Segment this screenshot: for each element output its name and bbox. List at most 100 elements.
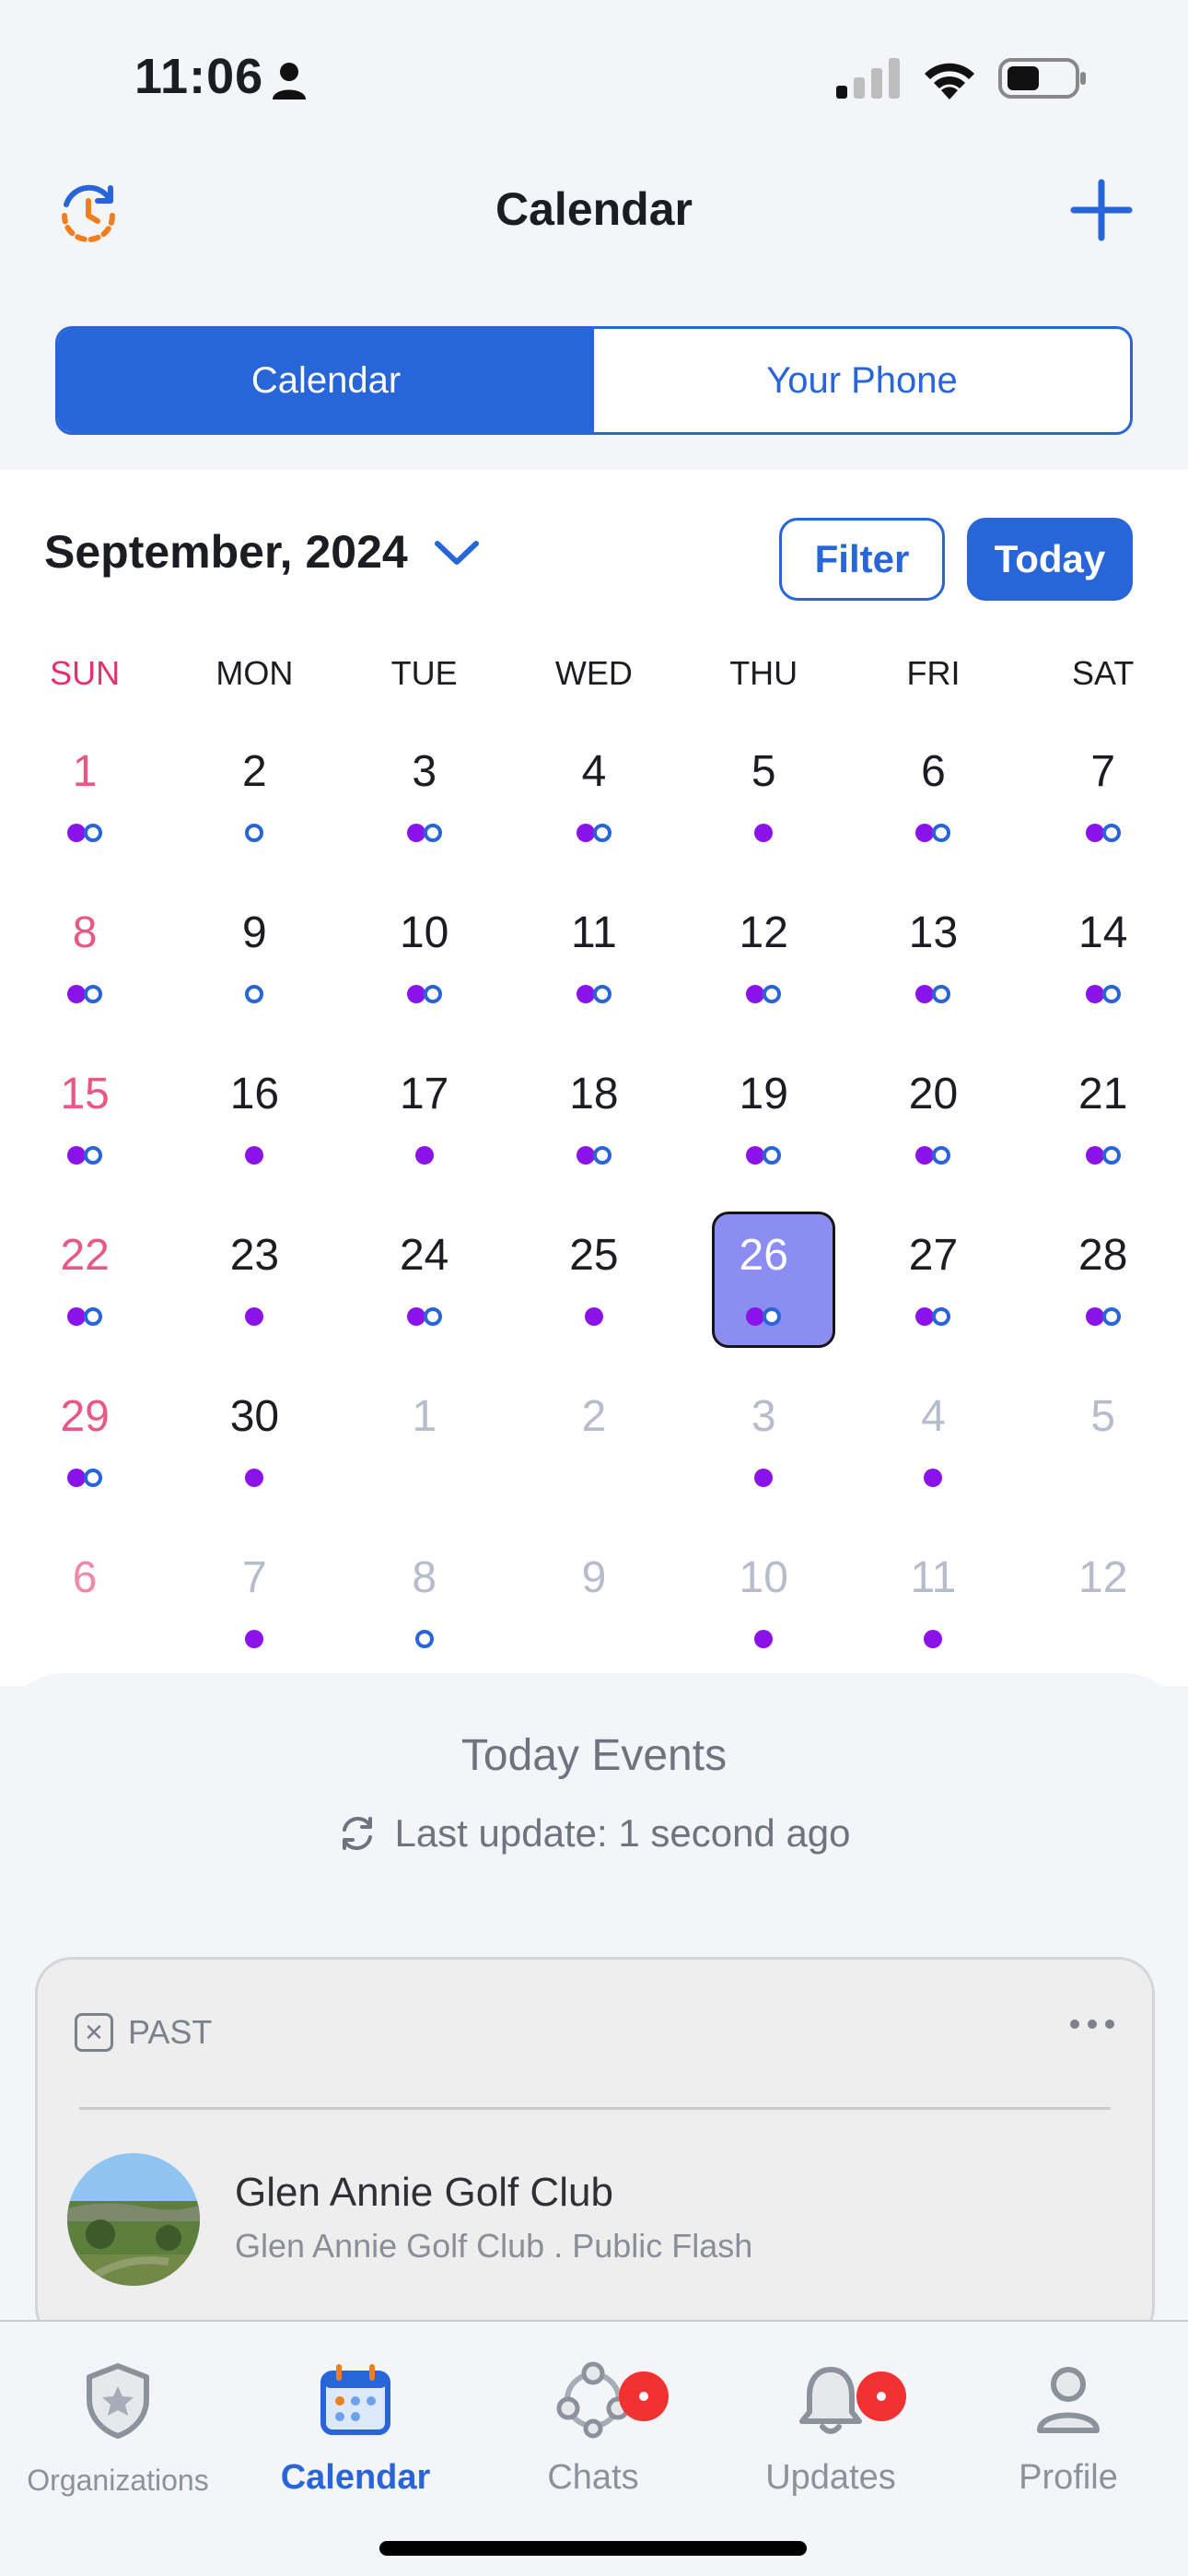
tab-calendar[interactable]: Calendar — [58, 329, 594, 432]
calendar-day[interactable]: 28 — [1019, 1212, 1188, 1373]
day-number: 20 — [908, 1070, 959, 1118]
plus-icon[interactable] — [1066, 175, 1136, 245]
calendar-day[interactable]: 5 — [1019, 1373, 1188, 1534]
today-button[interactable]: Today — [967, 518, 1133, 601]
calendar-day[interactable]: 12 — [1019, 1534, 1188, 1695]
calendar-day[interactable]: 8 — [0, 889, 169, 1050]
calendar-day[interactable]: 10 — [679, 1534, 848, 1695]
event-indicators — [848, 824, 1018, 842]
event-dot — [746, 985, 765, 1003]
calendar-day[interactable]: 27 — [848, 1212, 1018, 1373]
calendar-day[interactable]: 10 — [340, 889, 509, 1050]
tab-profile[interactable]: Profile — [958, 2359, 1179, 2506]
calendar-day[interactable]: 1 — [0, 728, 169, 889]
event-indicators — [679, 1146, 848, 1165]
calendar-day[interactable]: 11 — [848, 1534, 1018, 1695]
event-dot — [924, 1630, 943, 1648]
calendar-day[interactable]: 20 — [848, 1050, 1018, 1212]
person-icon — [273, 63, 306, 100]
event-card[interactable]: ✕ PAST Glen Annie Golf Club Glen Annie G… — [35, 1957, 1155, 2344]
calendar-day[interactable]: 9 — [169, 889, 339, 1050]
calendar-day[interactable]: 6 — [0, 1534, 169, 1695]
calendar-day[interactable]: 11 — [509, 889, 679, 1050]
calendar-day[interactable]: 22 — [0, 1212, 169, 1373]
day-number: 3 — [751, 1392, 776, 1441]
calendar-day[interactable]: 9 — [509, 1534, 679, 1695]
tab-your-phone[interactable]: Your Phone — [594, 329, 1130, 432]
calendar-day[interactable]: 23 — [169, 1212, 339, 1373]
tab-calendar-nav[interactable]: Calendar — [245, 2359, 466, 2506]
day-number: 10 — [399, 908, 449, 957]
calendar-day[interactable]: 1 — [340, 1373, 509, 1534]
event-dot — [67, 985, 87, 1003]
calendar-day[interactable]: 4 — [848, 1373, 1018, 1534]
calendar-day[interactable]: 29 — [0, 1373, 169, 1534]
last-update[interactable]: Last update: 1 second ago — [0, 1811, 1188, 1856]
calendar-day[interactable]: 7 — [1019, 728, 1188, 889]
notification-badge — [856, 2371, 906, 2421]
tab-label: Organizations — [27, 2464, 209, 2497]
calendar-day[interactable]: 4 — [509, 728, 679, 889]
cellular-signal-icon — [836, 58, 900, 99]
event-dot — [414, 1146, 434, 1165]
calendar-day[interactable]: 21 — [1019, 1050, 1188, 1212]
calendar-day[interactable]: 17 — [340, 1050, 509, 1212]
chevron-down-icon[interactable] — [434, 538, 480, 566]
calendar-day[interactable]: 5 — [679, 728, 848, 889]
day-number: 28 — [1078, 1231, 1128, 1280]
header: Calendar — [0, 157, 1188, 258]
event-dot — [915, 1307, 935, 1326]
calendar-day[interactable]: 30 — [169, 1373, 339, 1534]
battery-icon — [998, 58, 1086, 99]
day-number: 3 — [412, 747, 437, 796]
day-number: 21 — [1078, 1070, 1128, 1118]
calendar-day[interactable]: 18 — [509, 1050, 679, 1212]
day-number: 22 — [60, 1231, 110, 1280]
calendar-day[interactable]: 7 — [169, 1534, 339, 1695]
phone-event-dot — [84, 1307, 103, 1326]
phone-event-dot — [414, 1630, 434, 1648]
calendar-day[interactable]: 2 — [509, 1373, 679, 1534]
event-indicators — [509, 1307, 679, 1326]
calendar-day[interactable]: 8 — [340, 1534, 509, 1695]
event-subtitle: Glen Annie Golf Club . Public Flash — [235, 2227, 753, 2265]
more-horizontal-icon[interactable] — [1069, 2015, 1115, 2033]
day-number: 27 — [908, 1231, 959, 1280]
calendar-day[interactable]: 2 — [169, 728, 339, 889]
event-dot — [576, 985, 595, 1003]
event-dot — [746, 1307, 765, 1326]
tab-chats[interactable]: Chats — [483, 2359, 704, 2506]
event-dot — [1085, 1307, 1104, 1326]
weekday-header: SUN MON TUE WED THU FRI SAT — [0, 654, 1188, 693]
calendar-day[interactable]: 14 — [1019, 889, 1188, 1050]
phone-event-dot — [592, 824, 611, 842]
calendar-day-selected[interactable]: 26 — [679, 1212, 848, 1373]
calendar-day[interactable]: 19 — [679, 1050, 848, 1212]
month-selector[interactable]: September, 2024 — [44, 525, 480, 579]
weekday-label: FRI — [906, 654, 961, 692]
calendar-day[interactable]: 6 — [848, 728, 1018, 889]
calendar-day[interactable]: 3 — [340, 728, 509, 889]
phone-event-dot — [84, 1146, 103, 1165]
day-number: 26 — [739, 1231, 788, 1280]
calendar-day[interactable]: 12 — [679, 889, 848, 1050]
event-dot — [746, 1146, 765, 1165]
tab-updates[interactable]: Updates — [720, 2359, 941, 2506]
day-number: 17 — [399, 1070, 449, 1118]
tab-organizations[interactable]: Organizations — [7, 2359, 228, 2506]
refresh-icon[interactable] — [337, 1813, 378, 1854]
calendar-day[interactable]: 25 — [509, 1212, 679, 1373]
weekday-label: WED — [554, 654, 633, 692]
weekday-label: THU — [729, 654, 798, 692]
calendar-day[interactable]: 24 — [340, 1212, 509, 1373]
calendar-day[interactable]: 13 — [848, 889, 1018, 1050]
event-dot — [245, 1469, 264, 1487]
day-number: 5 — [751, 747, 776, 796]
calendar-day[interactable]: 16 — [169, 1050, 339, 1212]
notification-badge — [619, 2371, 669, 2421]
calendar-day[interactable]: 15 — [0, 1050, 169, 1212]
event-indicators — [679, 1630, 848, 1648]
calendar-day[interactable]: 3 — [679, 1373, 848, 1534]
filter-button[interactable]: Filter — [779, 518, 945, 601]
calendar-grid: 1 2 3 4 5 6 7 8 9 10 11 12 13 14 15 16 17 18 19 20 21 22 23 24 2… — [0, 728, 1188, 1695]
